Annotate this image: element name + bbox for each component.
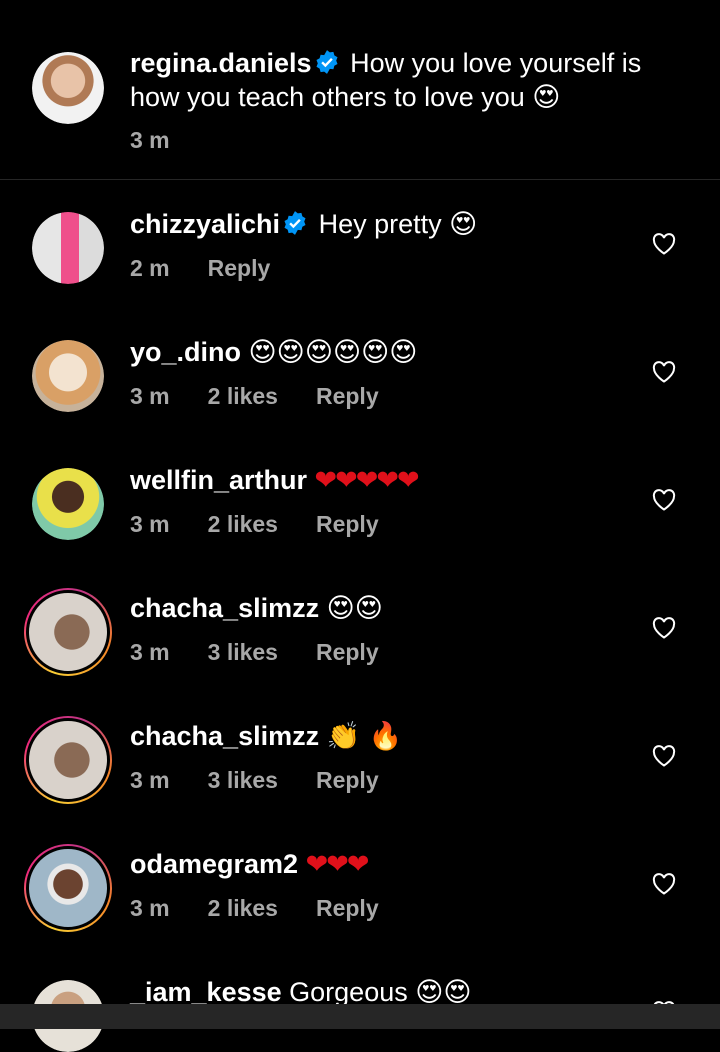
comment-username[interactable]: chacha_slimzz (130, 593, 319, 623)
comment-line: chacha_slimzz 😍😍 (130, 591, 383, 626)
comment-avatar[interactable] (32, 340, 104, 412)
caption-meta: 3 m (130, 127, 208, 154)
comment-emoji: 😍 (449, 209, 478, 240)
comment-username[interactable]: yo_.dino (130, 337, 241, 367)
comment-avatar[interactable] (32, 212, 104, 284)
reply-button[interactable]: Reply (316, 383, 379, 409)
comment-meta: 3 m 2 likes Reply (130, 383, 417, 410)
caption-time: 3 m (130, 127, 170, 153)
likes-count[interactable]: 2 likes (208, 383, 278, 409)
comment-time: 3 m (130, 383, 170, 409)
post-caption: regina.daniels How you love yourself is … (0, 0, 720, 180)
comment-emoji: 😍😍😍😍😍😍 (248, 337, 418, 368)
comment-meta: 3 m 3 likes Reply (130, 639, 417, 666)
likes-count[interactable]: 2 likes (208, 895, 278, 921)
comment-emoji: 👏 🔥 (326, 721, 403, 752)
caption-text-1: How you love yourself is (350, 48, 642, 78)
comment-avatar[interactable] (24, 716, 112, 804)
comment-line: chacha_slimzz 👏 🔥 (130, 719, 402, 754)
comment-time: 3 m (130, 639, 170, 665)
comment-username[interactable]: wellfin_arthur (130, 465, 307, 495)
caption-line-2: how you teach others to love you 😍 (130, 80, 560, 115)
heart-outline-icon[interactable] (652, 873, 676, 895)
verified-badge-icon (282, 210, 308, 244)
comment-time: 3 m (130, 511, 170, 537)
verified-badge-icon (314, 49, 340, 83)
comment-line: odamegram2 ❤❤❤ (130, 847, 370, 882)
comment-avatar[interactable] (24, 588, 112, 676)
comment-username[interactable]: _iam_kesse (130, 977, 282, 1007)
comment-username[interactable]: chizzyalichi (130, 209, 280, 239)
reply-button[interactable]: Reply (316, 767, 379, 793)
comment-text: Hey pretty (318, 209, 442, 239)
likes-count[interactable]: 3 likes (208, 639, 278, 665)
caption-emoji: 😍 (532, 82, 561, 113)
comment-avatar[interactable] (24, 844, 112, 932)
comment-line: wellfin_arthur ❤❤❤❤❤ (130, 463, 420, 498)
comment-meta: 3 m 2 likes Reply (130, 511, 417, 538)
caption-text-2: how you teach others to love you (130, 82, 525, 112)
comment-avatar[interactable] (32, 468, 104, 540)
comment-emoji: 😍😍 (326, 593, 383, 624)
caption-avatar[interactable] (32, 52, 104, 124)
bottom-input-bar[interactable] (0, 1004, 720, 1029)
comment-time: 2 m (130, 255, 170, 281)
comment-meta: 3 m 2 likes Reply (130, 895, 417, 922)
comment-line: yo_.dino 😍😍😍😍😍😍 (130, 335, 417, 370)
likes-count[interactable]: 3 likes (208, 767, 278, 793)
comment-text: Gorgeous (289, 977, 408, 1007)
heart-outline-icon[interactable] (652, 745, 676, 767)
caption-username[interactable]: regina.daniels (130, 48, 312, 78)
comment-line: chizzyalichi Hey pretty 😍 (130, 207, 477, 244)
heart-outline-icon[interactable] (652, 361, 676, 383)
comment-time: 3 m (130, 895, 170, 921)
comment-time: 3 m (130, 767, 170, 793)
comment-meta: 3 m 3 likes Reply (130, 767, 417, 794)
heart-outline-icon[interactable] (652, 489, 676, 511)
comment-username[interactable]: odamegram2 (130, 849, 298, 879)
reply-button[interactable]: Reply (316, 511, 379, 537)
heart-outline-icon[interactable] (652, 617, 676, 639)
likes-count[interactable]: 2 likes (208, 511, 278, 537)
comment-meta: 2 m Reply (130, 255, 308, 282)
caption-line-1: regina.daniels How you love yourself is (130, 46, 641, 83)
reply-button[interactable]: Reply (316, 639, 379, 665)
comment-emoji: ❤❤❤ (305, 849, 370, 880)
reply-button[interactable]: Reply (316, 895, 379, 921)
heart-outline-icon[interactable] (652, 233, 676, 255)
divider (0, 179, 720, 180)
comment-emoji: ❤❤❤❤❤ (314, 465, 420, 496)
reply-button[interactable]: Reply (208, 255, 271, 281)
comment-username[interactable]: chacha_slimzz (130, 721, 319, 751)
